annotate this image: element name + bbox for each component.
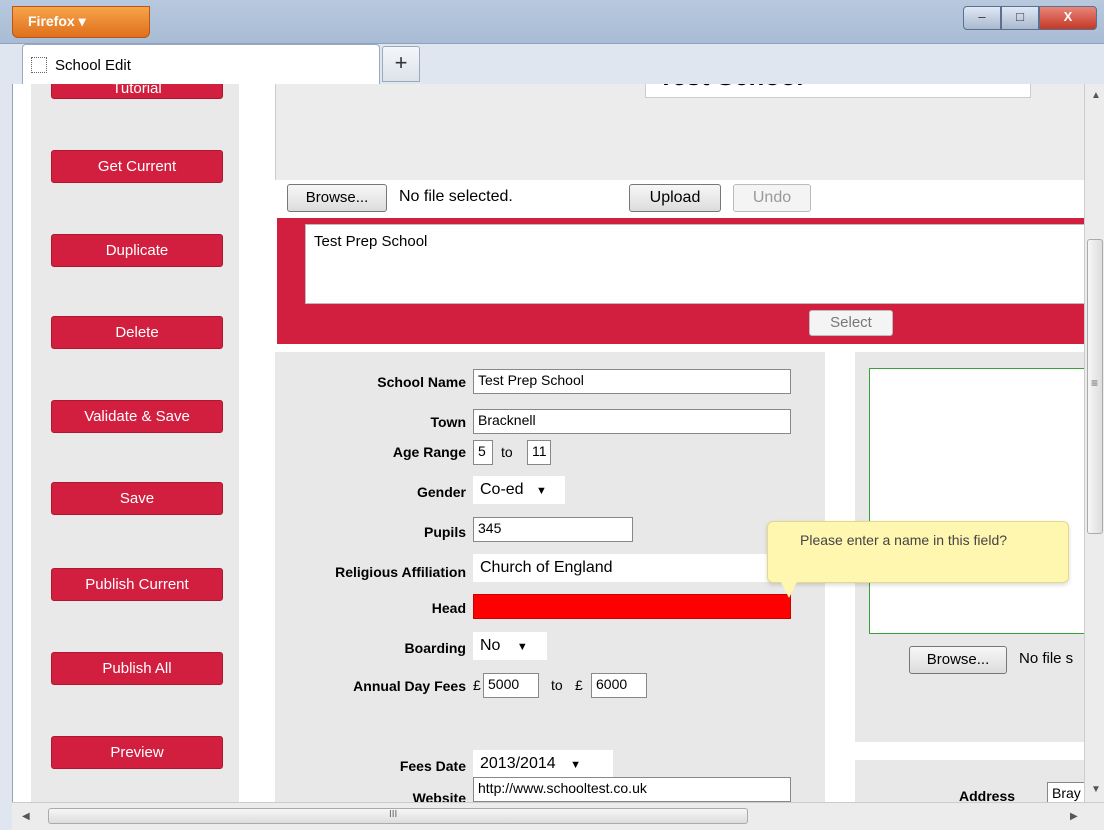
grip-icon: ≡ xyxy=(1091,376,1099,390)
scroll-right-icon[interactable]: ▶ xyxy=(1070,811,1078,822)
age-to-input[interactable]: 11 xyxy=(527,440,551,465)
head-label: Head xyxy=(431,600,466,616)
delete-button[interactable]: Delete xyxy=(51,316,223,349)
undo-button[interactable]: Undo xyxy=(733,184,811,212)
age-range-label: Age Range xyxy=(392,444,466,460)
tutorial-label: Tutorial xyxy=(112,84,162,97)
close-window-button[interactable]: X xyxy=(1039,6,1097,30)
header-panel xyxy=(275,84,1084,180)
name-panel: Test Prep School Select xyxy=(277,218,1084,344)
scroll-left-icon[interactable]: ◀ xyxy=(22,811,30,822)
get-current-button[interactable]: Get Current xyxy=(51,150,223,183)
sidebar: Tutorial Get Current Duplicate Delete Va… xyxy=(31,84,239,802)
browse-button[interactable]: Browse... xyxy=(287,184,387,212)
chevron-down-icon: ▼ xyxy=(570,759,581,771)
address-panel: Address Bray xyxy=(855,760,1084,802)
tooltip-tail xyxy=(781,582,797,598)
head-input[interactable] xyxy=(473,594,791,619)
title-bar: Firefox ▾ – □ X xyxy=(0,0,1104,44)
religion-label: Religious Affiliation xyxy=(335,564,466,580)
save-button[interactable]: Save xyxy=(51,482,223,515)
upload-button[interactable]: Upload xyxy=(629,184,721,212)
fees-label: Annual Day Fees xyxy=(353,678,466,694)
preview-button[interactable]: Preview xyxy=(51,736,223,769)
vertical-scrollbar[interactable]: ▲ ≡ ▼ xyxy=(1084,84,1104,802)
website-label: Website xyxy=(412,790,466,802)
tab-school-edit[interactable]: School Edit xyxy=(22,44,380,84)
gender-select[interactable]: Co-ed ▼ xyxy=(473,476,565,504)
fees-currency-from: £ xyxy=(473,677,481,693)
tab-title: School Edit xyxy=(55,57,131,74)
address-label: Address xyxy=(959,788,1016,802)
school-name-input[interactable]: Test Prep School xyxy=(473,369,791,394)
school-name-label: School Name xyxy=(377,374,466,390)
fees-from-input[interactable]: 5000 xyxy=(483,673,539,698)
publish-all-button[interactable]: Publish All xyxy=(51,652,223,685)
minimize-button[interactable]: – xyxy=(963,6,1001,30)
firefox-menu-button[interactable]: Firefox ▾ xyxy=(12,6,150,38)
validate-save-button[interactable]: Validate & Save xyxy=(51,400,223,433)
age-to-text: to xyxy=(501,444,513,460)
religion-value: Church of England xyxy=(480,559,613,576)
firefox-menu-label: Firefox xyxy=(28,13,75,29)
chevron-down-icon: ▼ xyxy=(516,641,528,653)
boarding-value: No xyxy=(480,637,501,654)
fees-to-text: to xyxy=(551,677,563,693)
image-browse-button[interactable]: Browse... xyxy=(909,646,1007,674)
image-preview xyxy=(869,368,1084,634)
pupils-label: Pupils xyxy=(423,524,466,540)
gender-value: Co-ed xyxy=(480,481,524,498)
scroll-up-icon[interactable]: ▲ xyxy=(1091,90,1101,101)
fees-date-label: Fees Date xyxy=(399,758,466,774)
tutorial-button[interactable]: Tutorial xyxy=(51,84,223,99)
age-from-input[interactable]: 5 xyxy=(473,440,493,465)
horizontal-scrollbar[interactable]: ◀ III ▶ xyxy=(12,802,1104,830)
fees-date-select[interactable]: 2013/2014 ▼ xyxy=(473,750,613,778)
boarding-label: Boarding xyxy=(404,640,466,656)
horizontal-scroll-thumb[interactable]: III xyxy=(48,808,748,824)
chevron-down-icon: ▾ xyxy=(78,13,86,29)
town-input[interactable]: Bracknell xyxy=(473,409,791,434)
page-icon xyxy=(31,57,47,73)
maximize-button[interactable]: □ xyxy=(1001,6,1039,30)
school-title: Test School xyxy=(645,84,1031,98)
file-status: No file selected. xyxy=(399,188,513,205)
scroll-down-icon[interactable]: ▼ xyxy=(1091,784,1101,795)
image-file-status: No file s xyxy=(1019,650,1074,667)
religion-select[interactable]: Church of England xyxy=(473,554,791,582)
fees-currency-to: £ xyxy=(575,677,583,693)
new-tab-button[interactable]: + xyxy=(382,46,420,82)
duplicate-button[interactable]: Duplicate xyxy=(51,234,223,267)
boarding-select[interactable]: No ▼ xyxy=(473,632,547,660)
vertical-scroll-thumb[interactable]: ≡ xyxy=(1087,239,1103,534)
school-name-textarea[interactable]: Test Prep School xyxy=(305,224,1084,304)
fees-date-value: 2013/2014 xyxy=(480,755,556,772)
pupils-input[interactable]: 345 xyxy=(473,517,633,542)
website-input[interactable]: http://www.schooltest.co.uk xyxy=(473,777,791,802)
chevron-down-icon: ▼ xyxy=(536,485,547,497)
town-label: Town xyxy=(430,414,466,430)
select-button[interactable]: Select xyxy=(809,310,893,336)
validation-tooltip: Please enter a name in this field? xyxy=(767,521,1069,583)
address-input[interactable]: Bray xyxy=(1047,782,1084,802)
gender-label: Gender xyxy=(416,484,466,500)
grip-icon: III xyxy=(389,809,398,820)
page-viewport: Tutorial Get Current Duplicate Delete Va… xyxy=(12,84,1084,802)
details-form: School Name Test Prep School Town Brackn… xyxy=(275,352,825,802)
publish-current-button[interactable]: Publish Current xyxy=(51,568,223,601)
fees-to-input[interactable]: 6000 xyxy=(591,673,647,698)
